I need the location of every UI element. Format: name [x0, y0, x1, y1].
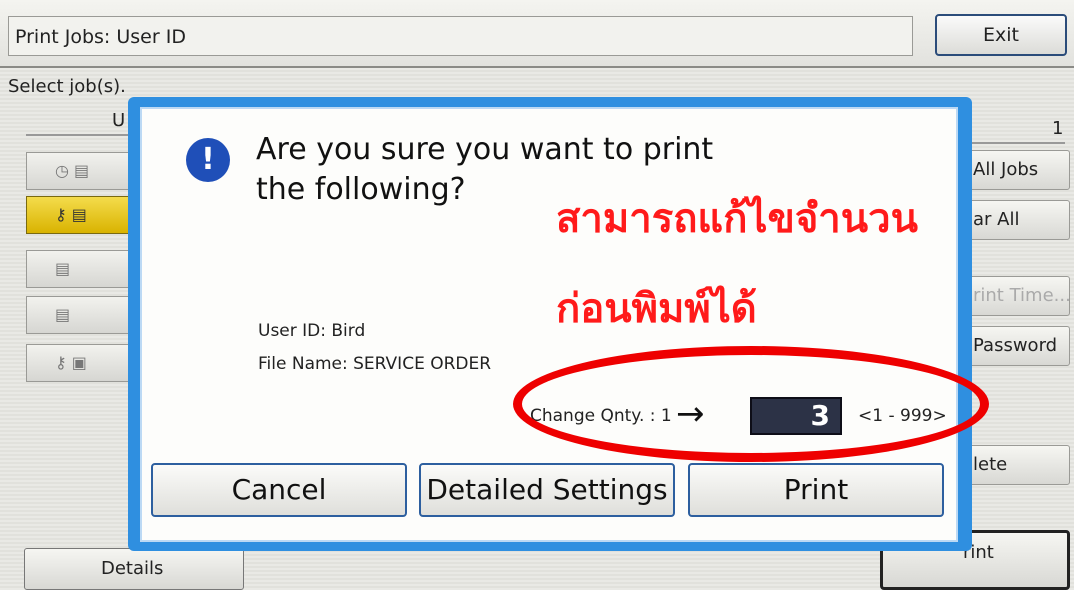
change-password-button[interactable]: Password [960, 326, 1070, 366]
top-bar: Print Jobs: User ID Exit [0, 0, 1074, 68]
job-count: 1 [1052, 118, 1064, 139]
arrow-right-icon: → [676, 394, 705, 434]
clear-all-button[interactable]: ar All [960, 200, 1070, 240]
header-divider [26, 134, 136, 136]
job-row-selected[interactable]: ⚷ ▤ [26, 196, 136, 234]
select-all-jobs-button[interactable]: All Jobs [960, 150, 1070, 190]
change-qty-label: Change Qnty. : 1 [530, 406, 672, 426]
column-header: U [112, 110, 126, 131]
quantity-input[interactable]: 3 [750, 397, 842, 435]
print-time-button[interactable]: rint Time... [960, 276, 1070, 316]
details-button[interactable]: Details [24, 548, 244, 590]
page-title: Print Jobs: User ID [8, 16, 913, 56]
detailed-settings-button[interactable]: Detailed Settings [419, 463, 675, 517]
annotation-line-1: สามารถแก้ไขจำนวน [556, 196, 918, 242]
job-row[interactable]: ◷ ▤ [26, 152, 136, 190]
annotation-line-2: ก่อนพิมพ์ได้ [556, 286, 757, 332]
document-icon: ▤ [55, 259, 71, 278]
exclamation-icon: ! [186, 138, 230, 182]
delete-button[interactable]: lete [960, 445, 1070, 485]
file-name-text: File Name: SERVICE ORDER [258, 354, 492, 374]
user-id-text: User ID: Bird [258, 321, 366, 341]
quantity-range: <1 - 999> [858, 406, 947, 426]
header-divider-right [965, 142, 1065, 144]
clock-icon: ◷ ▤ [55, 161, 90, 180]
lock-icon: ⚷ ▣ [55, 353, 87, 372]
job-row[interactable]: ⚷ ▣ [26, 344, 136, 382]
key-icon: ⚷ ▤ [55, 205, 87, 224]
cancel-button[interactable]: Cancel [151, 463, 407, 517]
job-row[interactable]: ▤ [26, 296, 136, 334]
exit-button[interactable]: Exit [935, 14, 1067, 56]
select-jobs-label: Select job(s). [8, 76, 126, 97]
document-icon: ▤ [55, 305, 71, 324]
print-button[interactable]: Print [688, 463, 944, 517]
job-row[interactable]: ▤ [26, 250, 136, 288]
